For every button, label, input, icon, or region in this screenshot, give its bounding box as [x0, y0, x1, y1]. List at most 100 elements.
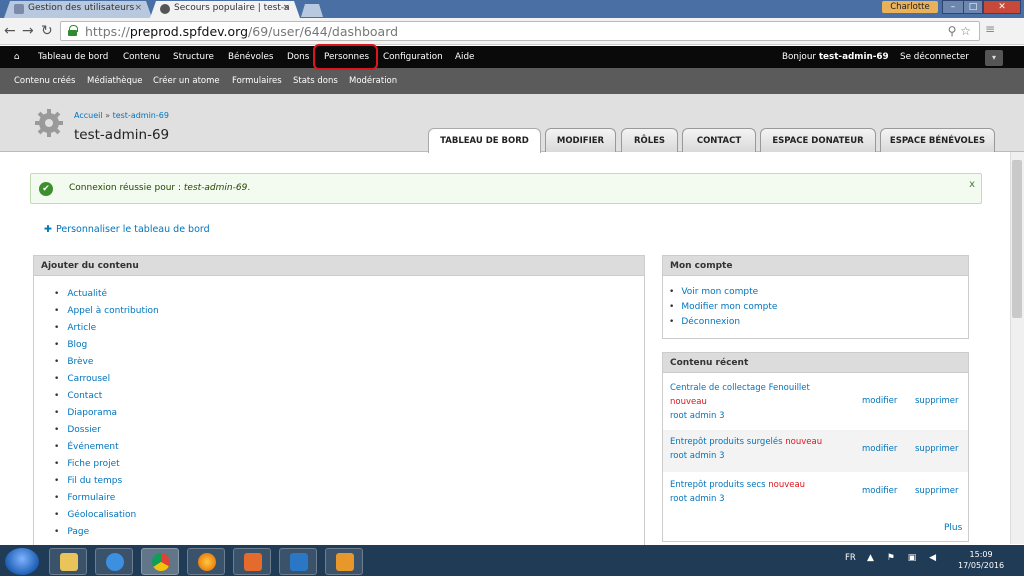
menu-item-volunteers[interactable]: Bénévoles: [228, 46, 273, 68]
close-icon[interactable]: ×: [134, 3, 142, 13]
edit-link[interactable]: modifier: [862, 486, 897, 496]
list-item[interactable]: Blog: [54, 340, 159, 357]
author-link: root admin 3: [670, 451, 725, 461]
firefox-icon: [198, 553, 216, 571]
greeting-user: test-admin-69: [818, 52, 889, 62]
forward-arrow-icon[interactable]: →: [22, 23, 34, 39]
menu-item-content[interactable]: Contenu: [123, 46, 160, 68]
minimize-button[interactable]: –: [942, 0, 964, 14]
list-item[interactable]: Carrousel: [54, 374, 159, 391]
close-icon[interactable]: ×: [282, 3, 290, 13]
close-icon[interactable]: x: [969, 179, 975, 190]
list-item[interactable]: Actualité: [54, 289, 159, 306]
list-item[interactable]: Page: [54, 527, 159, 544]
logout-link[interactable]: Se déconnecter: [900, 46, 969, 68]
breadcrumb-user[interactable]: test-admin-69: [113, 111, 169, 120]
shortcut-moderation[interactable]: Modération: [349, 68, 397, 94]
media-player-icon: [244, 553, 262, 571]
list-item[interactable]: Formulaire: [54, 493, 159, 510]
shortcut-media[interactable]: Médiathèque: [87, 68, 143, 94]
logout-link[interactable]: Déconnexion: [669, 317, 777, 332]
shortcut-forms[interactable]: Formulaires: [232, 68, 282, 94]
list-item[interactable]: Contact: [54, 391, 159, 408]
taskbar-explorer[interactable]: [49, 548, 87, 575]
shortcut-create-atom[interactable]: Créer un atome: [153, 68, 220, 94]
plus-icon: ✚: [44, 224, 52, 235]
back-arrow-icon[interactable]: ←: [4, 23, 16, 39]
taskbar-firefox[interactable]: [187, 548, 225, 575]
tray-icons[interactable]: ▲ ⚑ ▣ ◀: [867, 553, 941, 563]
list-item[interactable]: Événement: [54, 442, 159, 459]
view-account-link[interactable]: Voir mon compte: [669, 287, 777, 302]
scrollbar-thumb[interactable]: [1012, 160, 1022, 318]
taskbar-lync[interactable]: [279, 548, 317, 575]
check-icon: ✔: [39, 182, 53, 196]
favicon-icon: [14, 4, 24, 14]
list-item[interactable]: Appel à contribution: [54, 306, 158, 323]
edit-link[interactable]: modifier: [862, 396, 897, 406]
author-link: root admin 3: [670, 494, 725, 504]
taskbar-media[interactable]: [233, 548, 271, 575]
chevron-down-icon[interactable]: ▾: [985, 50, 1003, 66]
recent-item-title[interactable]: Centrale de collectage Fenouillet nouveau…: [670, 381, 840, 423]
taskbar-chrome[interactable]: [141, 548, 179, 575]
address-bar[interactable]: https://preprod.spfdev.org/69/user/644/d…: [60, 21, 980, 41]
tab-contact[interactable]: CONTACT: [682, 128, 756, 152]
panel-title: Contenu récent: [663, 353, 968, 373]
browser-tab-dashboard[interactable]: Secours populaire | test-a ×: [150, 1, 300, 18]
edit-account-link[interactable]: Modifier mon compte: [669, 302, 777, 317]
browser-toolbar: ← → ↻ https://preprod.spfdev.org/69/user…: [0, 18, 1024, 45]
new-badge: nouveau: [785, 437, 823, 447]
list-item[interactable]: Brève: [54, 357, 159, 374]
status-message-text: Connexion réussie pour : test-admin-69.: [69, 183, 251, 193]
clock[interactable]: 15:09 17/05/2016: [958, 549, 1004, 571]
tab-volunteer-space[interactable]: ESPACE BÉNÉVOLES: [880, 128, 995, 152]
list-item[interactable]: Diaporama: [54, 408, 159, 425]
delete-link[interactable]: supprimer: [915, 444, 958, 454]
list-item[interactable]: Dossier: [54, 425, 159, 442]
taskbar-outlook[interactable]: [325, 548, 363, 575]
tab-donor-space[interactable]: ESPACE DONATEUR: [760, 128, 876, 152]
browser-profile-chip[interactable]: Charlotte: [882, 1, 938, 13]
menu-item-dashboard[interactable]: Tableau de bord: [38, 46, 108, 68]
table-row: Entrepôt produits surgelés nouveau root a…: [663, 430, 968, 472]
list-item[interactable]: Fil du temps: [54, 476, 159, 493]
home-icon[interactable]: ⌂: [14, 46, 20, 68]
tab-edit[interactable]: MODIFIER: [545, 128, 616, 152]
new-badge: nouveau: [670, 397, 707, 407]
menu-item-configuration[interactable]: Configuration: [383, 46, 443, 68]
delete-link[interactable]: supprimer: [915, 486, 958, 496]
breadcrumb-home[interactable]: Accueil: [74, 111, 103, 120]
list-item[interactable]: Article: [54, 323, 159, 340]
menu-item-help[interactable]: Aide: [455, 46, 474, 68]
customize-dashboard-link[interactable]: ✚ Personnaliser le tableau de bord: [44, 224, 210, 235]
tab-roles[interactable]: RÔLES: [621, 128, 678, 152]
shortcut-created-content[interactable]: Contenu créés: [14, 68, 75, 94]
reload-icon[interactable]: ↻: [41, 23, 53, 39]
recent-item-title[interactable]: Entrepôt produits surgelés nouveau root a…: [670, 435, 840, 463]
list-item[interactable]: Fiche projet: [54, 459, 159, 476]
maximize-button[interactable]: □: [963, 0, 983, 14]
account-links: Voir mon compte Modifier mon compte Déco…: [669, 287, 777, 332]
ie-icon: [106, 553, 124, 571]
language-indicator[interactable]: FR: [845, 553, 856, 563]
shortcuts-bar: Contenu créés Médiathèque Créer un atome…: [0, 68, 1024, 94]
window-close-button[interactable]: ✕: [983, 0, 1021, 14]
browser-tab-users[interactable]: Gestion des utilisateurs ×: [4, 1, 152, 18]
delete-link[interactable]: supprimer: [915, 396, 958, 406]
recent-item-title[interactable]: Entrepôt produits secs nouveau root admin…: [670, 478, 840, 506]
list-item[interactable]: Géolocalisation: [54, 510, 159, 527]
bookmark-star-icon[interactable]: ⚲ ☆: [948, 24, 971, 38]
edit-link[interactable]: modifier: [862, 444, 897, 454]
menu-icon[interactable]: ≡: [985, 22, 995, 36]
start-button[interactable]: [5, 548, 39, 575]
more-link[interactable]: Plus: [944, 523, 962, 533]
content-type-list: Actualité Appel à contribution Article B…: [54, 289, 159, 544]
taskbar-ie[interactable]: [95, 548, 133, 575]
menu-item-donations[interactable]: Dons: [287, 46, 309, 68]
shortcut-donation-stats[interactable]: Stats dons: [293, 68, 338, 94]
url-text[interactable]: https://preprod.spfdev.org/69/user/644/d…: [85, 24, 398, 39]
my-account-panel: Mon compte Voir mon compte Modifier mon …: [662, 255, 969, 339]
tab-dashboard[interactable]: TABLEAU DE BORD: [428, 128, 541, 153]
menu-item-structure[interactable]: Structure: [173, 46, 214, 68]
